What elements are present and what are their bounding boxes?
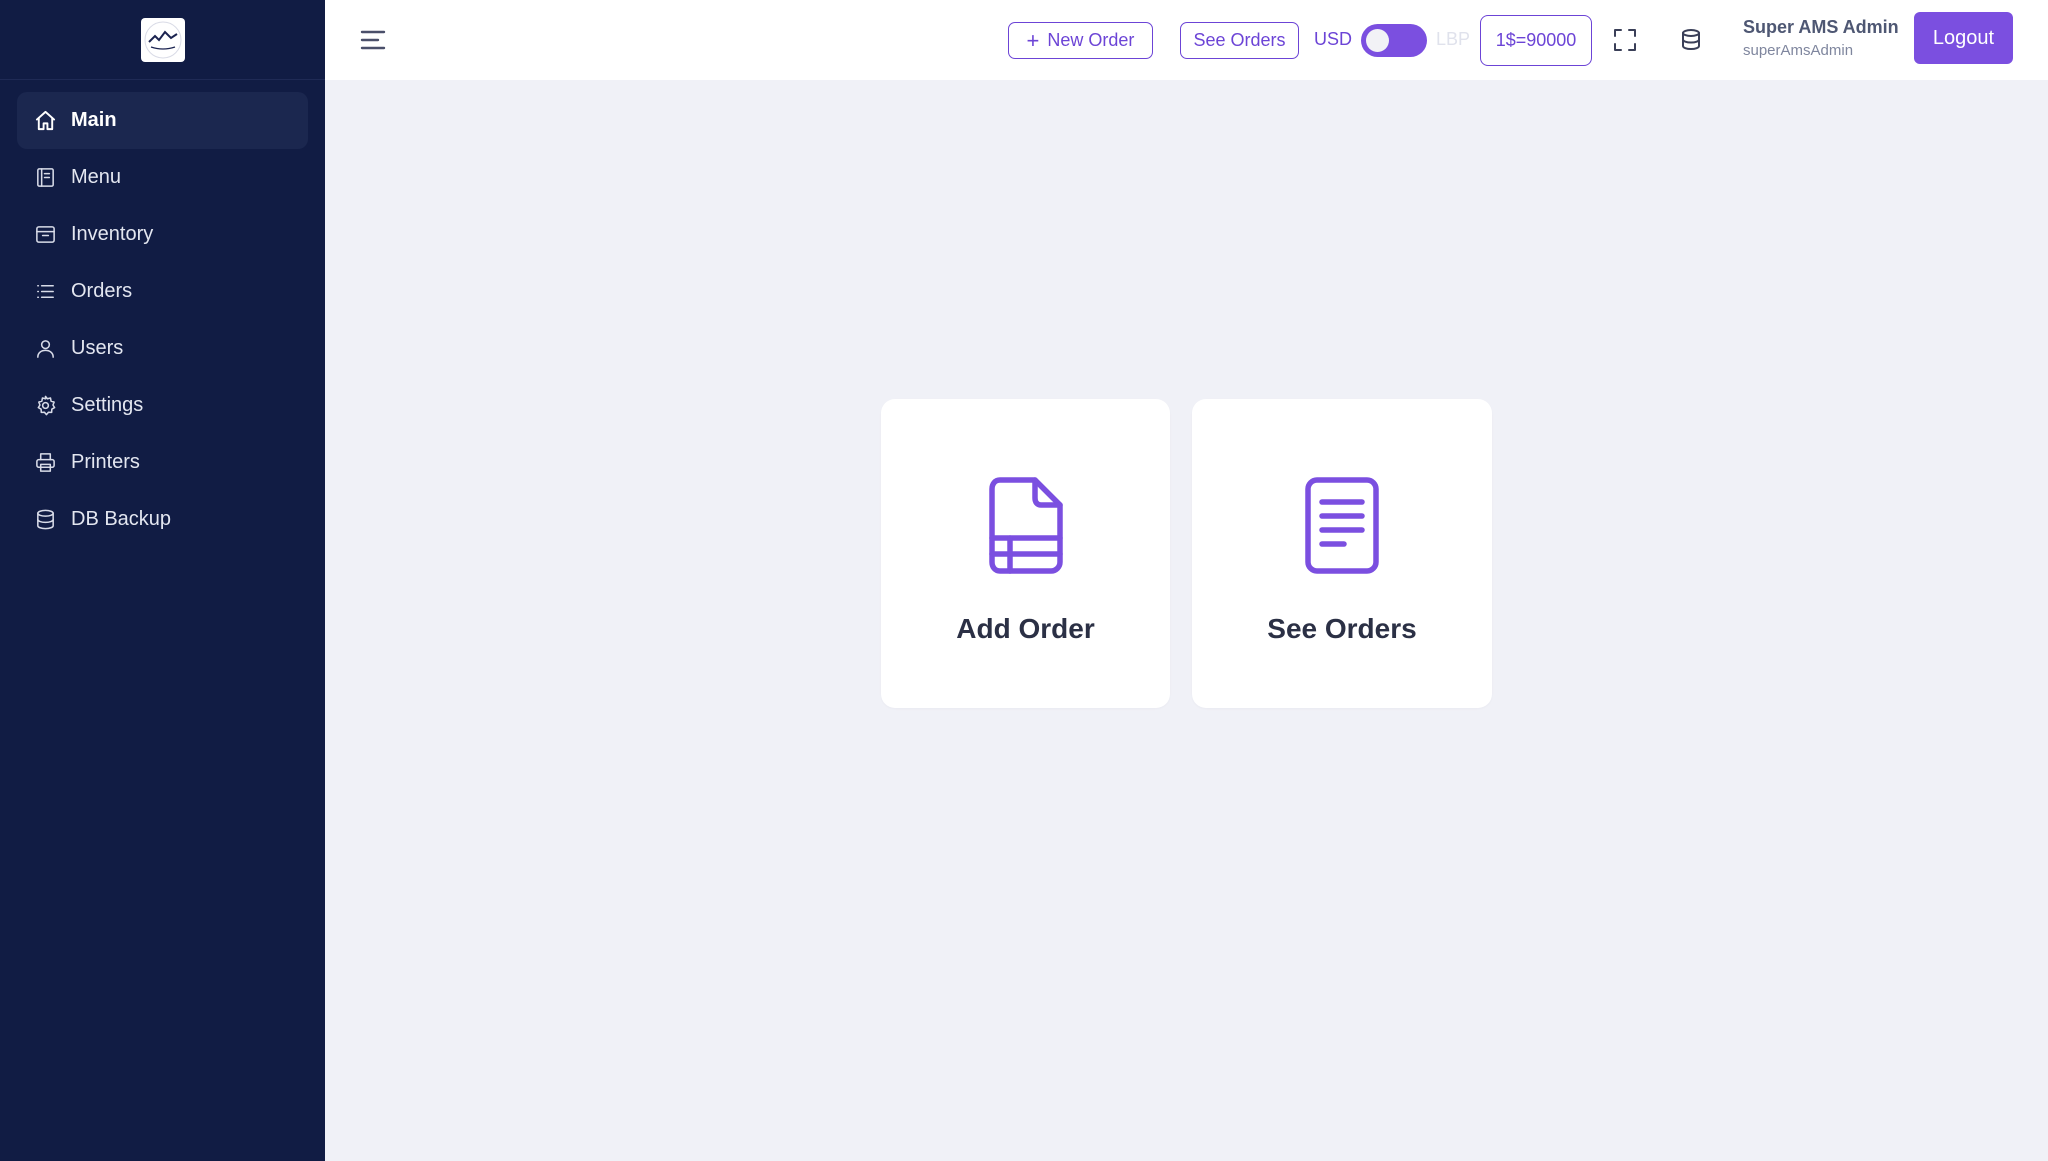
sidebar-item-db-backup[interactable]: DB Backup (17, 491, 308, 548)
document-text-icon (1304, 476, 1380, 575)
book-icon (33, 166, 57, 190)
sidebar-item-label: Printers (71, 451, 140, 473)
plus-icon: + (1026, 27, 1040, 53)
sidebar-item-label: Main (71, 109, 117, 131)
user-info: Super AMS Admin superAmsAdmin (1743, 17, 1899, 59)
archive-box-icon (33, 223, 57, 247)
see-orders-button[interactable]: See Orders (1180, 22, 1299, 59)
logo-area (0, 0, 325, 80)
see-orders-title: See Orders (1267, 613, 1417, 644)
sidebar-item-label: DB Backup (71, 508, 172, 530)
sidebar-item-label: Menu (71, 166, 122, 188)
sidebar-item-users[interactable]: Users (17, 320, 308, 377)
new-order-button[interactable]: + New Order (1008, 22, 1153, 59)
database-icon (33, 508, 57, 532)
add-order-card[interactable]: Add Order (881, 399, 1170, 708)
sidebar-item-menu[interactable]: Menu (17, 149, 308, 206)
home-icon (33, 109, 57, 133)
sidebar-item-printers[interactable]: Printers (17, 434, 308, 491)
sidebar-item-inventory[interactable]: Inventory (17, 206, 308, 263)
logout-button[interactable]: Logout (1914, 12, 2013, 64)
list-icon (33, 280, 57, 304)
add-order-title: Add Order (956, 613, 1095, 644)
printer-icon (33, 451, 57, 475)
database-icon[interactable] (1678, 27, 1704, 53)
new-order-label: New Order (1047, 30, 1135, 50)
sidebar-item-orders[interactable]: Orders (17, 263, 308, 320)
currency-usd-label: USD (1314, 29, 1353, 49)
sidebar-item-label: Orders (71, 280, 133, 302)
toggle-knob (1366, 29, 1389, 52)
sidebar-item-label: Settings (71, 394, 144, 416)
currency-lbp-label: LBP (1436, 29, 1471, 49)
app-logo[interactable] (140, 17, 185, 62)
sidebar-item-settings[interactable]: Settings (17, 377, 308, 434)
gear-icon (33, 394, 57, 418)
sidebar-nav: Main Menu Inventory Orders Users Setting… (0, 80, 325, 548)
hamburger-menu-icon[interactable] (360, 28, 386, 52)
sidebar-item-label: Inventory (71, 223, 154, 245)
see-orders-card[interactable]: See Orders (1192, 399, 1492, 708)
exchange-rate-button[interactable]: 1$=90000 (1480, 15, 1592, 66)
sidebar-item-main[interactable]: Main (17, 92, 308, 149)
user-icon (33, 337, 57, 361)
sidebar-item-label: Users (71, 337, 124, 359)
topbar: + New Order See Orders USD LBP 1$=90000 … (325, 0, 2048, 80)
user-handle: superAmsAdmin (1743, 42, 1854, 59)
document-table-icon (988, 476, 1064, 575)
see-orders-label: See Orders (1193, 30, 1286, 50)
currency-toggle[interactable] (1361, 24, 1427, 57)
sidebar: Main Menu Inventory Orders Users Setting… (0, 0, 325, 1161)
fullscreen-icon[interactable] (1612, 27, 1638, 53)
user-name: Super AMS Admin (1743, 17, 1899, 37)
